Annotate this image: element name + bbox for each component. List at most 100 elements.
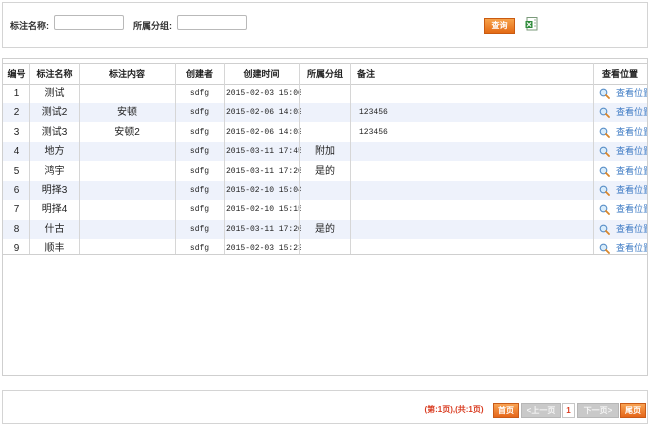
cell-name: 鸿宇 (44, 165, 65, 177)
table-row: 2 测试2 安顿 sdfg 2015-02-06 14:03:04 123456 查看位置 (3, 103, 647, 123)
next-page-button[interactable]: 下一页> (577, 403, 619, 418)
header-view: 查看位置 (601, 69, 638, 79)
cell-name: 顺丰 (44, 243, 65, 255)
current-page: 1 (562, 403, 575, 418)
cell-note (359, 84, 589, 103)
page-info: (第:1页),(共:1页) (424, 405, 484, 414)
cell-content (79, 162, 175, 181)
cell-note (359, 142, 589, 161)
header-name: 标注名称 (36, 69, 73, 79)
header-note: 备注 (357, 69, 376, 79)
cell-id: 8 (13, 223, 20, 235)
cell-name: 测试 (44, 88, 65, 99)
header-content: 标注内容 (108, 69, 145, 79)
last-page-button[interactable]: 尾页 (620, 403, 646, 418)
view-location-link[interactable]: 查看位置 (616, 200, 647, 219)
view-location-link[interactable]: 查看位置 (616, 181, 647, 200)
cell-content (79, 200, 175, 219)
cell-name: 明择4 (41, 204, 68, 216)
excel-export-icon[interactable] (525, 17, 538, 31)
cell-time: 2015-02-06 14:03:47 (226, 127, 301, 137)
cell-time: 2015-03-11 17:45:35 (226, 147, 301, 157)
header-id: 编号 (7, 69, 26, 79)
view-location-link[interactable]: 查看位置 (616, 239, 647, 258)
pagination-bar: (第:1页),(共:1页) 首页 <上一页 1 下一页> 尾页 (2, 390, 648, 424)
cell-creator: sdfg (189, 127, 210, 137)
table-row: 3 测试3 安顿2 sdfg 2015-02-06 14:03:47 123456 查看位置 (3, 123, 647, 142)
cell-creator: sdfg (189, 186, 210, 195)
cell-content (79, 220, 175, 239)
cell-group (299, 181, 351, 200)
cell-id: 5 (13, 165, 20, 177)
view-location-link[interactable]: 查看位置 (616, 103, 647, 122)
cell-time: 2015-02-03 15:00:31 (226, 89, 301, 98)
cell-time: 2015-03-11 17:20:32 (226, 224, 301, 234)
data-grid-panel: 编号 标注名称 标注内容 创建者 创建时间 所属分组 备注 查看位置 1 测试 sd… (2, 58, 648, 376)
magnifier-icon[interactable] (599, 243, 610, 255)
prev-page-button[interactable]: <上一页 (521, 403, 561, 418)
cell-content: 安顿2 (114, 126, 140, 138)
table-header-row: 编号 标注名称 标注内容 创建者 创建时间 所属分组 备注 查看位置 (3, 63, 647, 85)
cell-note: 123456 (359, 108, 388, 118)
cell-group (299, 103, 351, 122)
view-location-link[interactable]: 查看位置 (616, 142, 647, 161)
cell-creator: sdfg (189, 224, 210, 234)
cell-group: 是的 (315, 165, 335, 177)
table-row: 8 什古 sdfg 2015-03-11 17:20:32 是的 查看位置 (3, 219, 647, 239)
magnifier-icon[interactable] (599, 107, 610, 119)
cell-note (359, 162, 589, 181)
cell-id: 4 (13, 146, 20, 158)
cell-time: 2015-03-11 17:20:03 (226, 166, 301, 176)
magnifier-icon[interactable] (599, 185, 610, 196)
view-location-link[interactable]: 查看位置 (616, 220, 647, 239)
table-row: 7 明择4 sdfg 2015-02-10 15:15:52 查看位置 (3, 200, 647, 219)
cell-creator: sdfg (189, 147, 210, 157)
group-input[interactable] (177, 15, 247, 30)
view-location-link[interactable]: 查看位置 (616, 123, 647, 142)
first-page-button[interactable]: 首页 (493, 403, 519, 418)
cell-note (359, 200, 589, 219)
table-row: 6 明择3 sdfg 2015-02-10 15:04:10 查看位置 (3, 181, 647, 200)
header-time: 创建时间 (243, 69, 280, 79)
cell-note (359, 220, 589, 239)
cell-note (359, 181, 589, 200)
cell-group (299, 123, 351, 142)
cell-time: 2015-02-10 15:15:52 (226, 205, 301, 215)
cell-group (299, 239, 351, 258)
cell-name: 地方 (44, 146, 65, 158)
magnifier-icon[interactable] (599, 224, 610, 235)
cell-name: 测试3 (41, 126, 68, 138)
cell-creator: sdfg (189, 205, 210, 215)
cell-id: 6 (13, 185, 20, 196)
table-row: 5 鸿宇 sdfg 2015-03-11 17:20:03 是的 查看位置 (3, 162, 647, 181)
cell-id: 7 (13, 204, 20, 216)
cell-content: 安顿 (117, 107, 137, 119)
view-location-link[interactable]: 查看位置 (616, 84, 647, 103)
cell-content (79, 142, 175, 161)
table-row: 9 顺丰 sdfg 2015-02-03 15:23:23 查看位置 (3, 239, 647, 258)
magnifier-icon[interactable] (599, 146, 610, 158)
query-button[interactable]: 查询 (484, 18, 515, 34)
cell-id: 3 (13, 126, 20, 138)
name-input[interactable] (54, 15, 124, 30)
magnifier-icon[interactable] (599, 166, 610, 177)
cell-creator: sdfg (189, 166, 210, 176)
cell-id: 2 (13, 107, 20, 119)
cell-creator: sdfg (189, 244, 210, 254)
cell-time: 2015-02-06 14:03:04 (226, 108, 301, 118)
view-location-link[interactable]: 查看位置 (616, 162, 647, 181)
magnifier-icon[interactable] (599, 204, 610, 216)
cell-name: 明择3 (41, 185, 68, 196)
magnifier-icon[interactable] (599, 88, 610, 99)
cell-name: 什古 (44, 223, 65, 235)
cell-note (359, 239, 589, 258)
cell-content (79, 239, 175, 258)
cell-id: 1 (13, 88, 20, 99)
cell-creator: sdfg (189, 89, 210, 98)
table-row: 1 测试 sdfg 2015-02-03 15:00:31 查看位置 (3, 84, 647, 103)
cell-content (79, 84, 175, 103)
header-creator: 创建者 (185, 69, 213, 79)
cell-content (79, 181, 175, 200)
magnifier-icon[interactable] (599, 127, 610, 138)
group-label: 所属分组: (133, 21, 172, 31)
